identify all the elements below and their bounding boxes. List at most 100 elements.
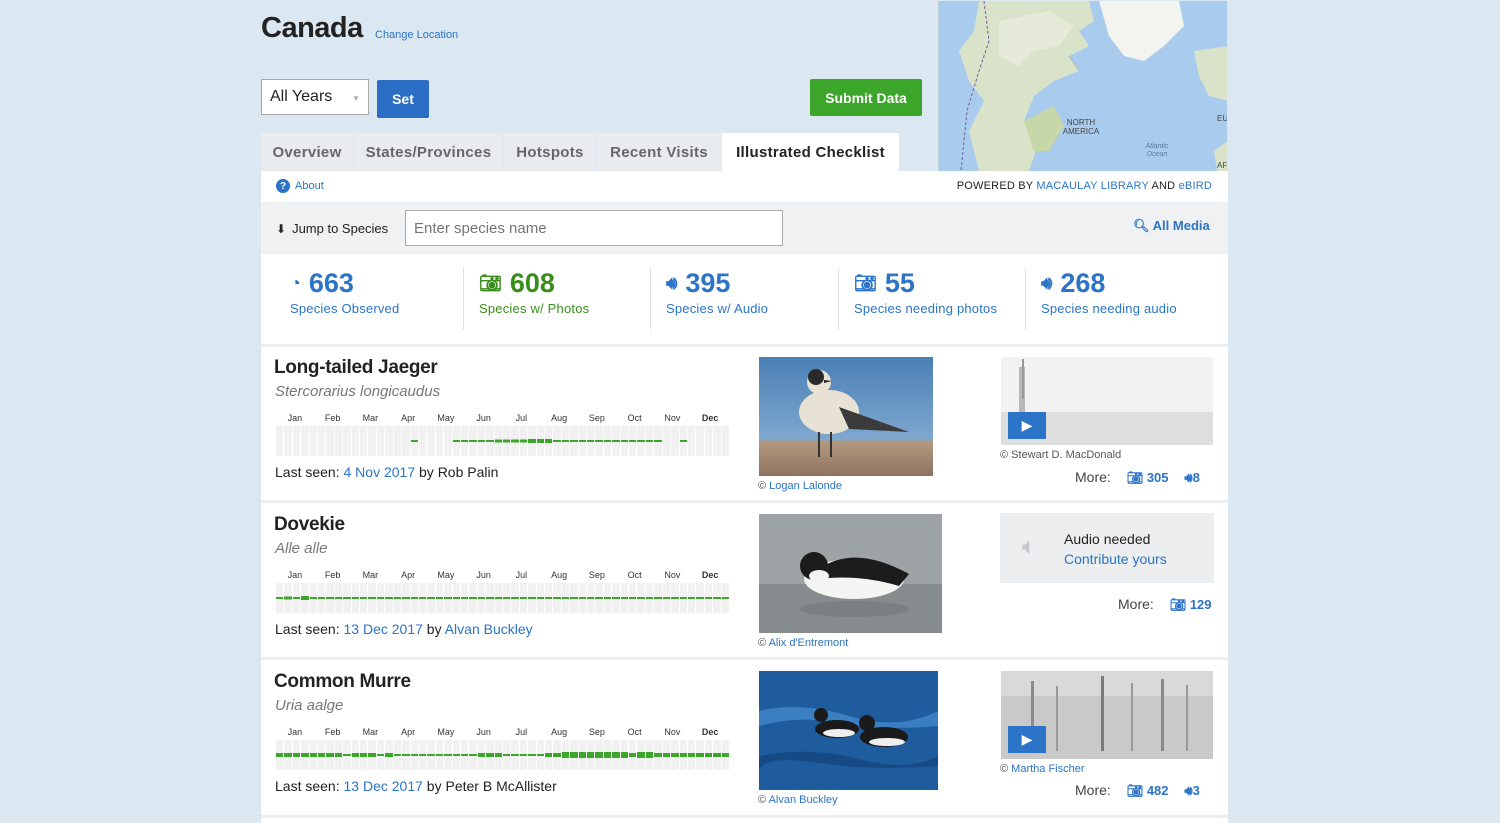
species-photo[interactable] [759,514,942,633]
species-photo[interactable] [759,357,933,476]
month-label: May [437,570,455,580]
frequency-fill [343,754,351,756]
more-label: More: [1075,469,1111,485]
last-seen-date-link[interactable]: 13 Dec 2017 [344,621,423,637]
frequency-fill [696,597,704,599]
last-seen: Last seen: 13 Dec 2017 by Peter B McAlli… [275,778,557,794]
play-icon[interactable]: ▶ [1008,726,1046,753]
location-map[interactable]: NORTH AMERICA Atlantic Ocean EU AF [938,1,1227,171]
divider [261,500,1228,503]
frequency-cell [671,583,679,613]
frequency-fill [578,597,587,599]
audio-spectrogram[interactable]: ▶ [1001,671,1213,759]
tab-illustrated-checklist[interactable]: Illustrated Checklist [722,133,899,171]
audio-count-link[interactable]: 🔊︎3 [1184,783,1199,798]
frequency-fill [376,754,385,756]
powered-and: AND [1151,180,1176,192]
macaulay-link[interactable]: MACAULAY LIBRARY [1036,180,1148,192]
last-seen-label: Last seen: [275,464,340,480]
photos-count-link[interactable]: 📷︎ 129 [1170,597,1212,612]
camera-icon: 📷︎ [1126,783,1144,798]
photo-credit[interactable]: © Alvan Buckley [758,794,838,806]
frequency-fill [570,597,578,599]
last-seen-date-link[interactable]: 13 Dec 2017 [344,778,423,794]
map-label-north-america: NORTH AMERICA [1062,118,1100,136]
submit-data-button[interactable]: Submit Data [810,79,922,116]
photos-count-link[interactable]: 📷︎ 482 [1127,783,1169,798]
photo-credit[interactable]: © Alix d'Entremont [758,637,848,649]
stat-species-audio[interactable]: 🔊︎ 395 Species w/ Audio [666,268,768,316]
photo-credit-name[interactable]: Alix d'Entremont [769,637,849,649]
frequency-cell [561,583,570,613]
month-label: Jan [287,727,303,737]
play-icon[interactable]: ▶ [1008,412,1046,439]
photo-credit-name[interactable]: Alvan Buckley [769,794,838,806]
divider [261,344,1228,347]
map-graphic [939,1,1227,171]
stat-species-photos[interactable]: 📷︎ 608 Species w/ Photos [479,268,589,316]
frequency-fill [519,439,528,443]
species-name[interactable]: Dovekie [274,514,345,536]
photo-credit[interactable]: © Logan Lalonde [758,480,842,492]
last-seen-date-link[interactable]: 4 Nov 2017 [344,464,416,480]
frequency-fill [284,753,292,757]
frequency-cell [334,426,343,456]
tab-overview[interactable]: Overview [261,133,353,171]
month-label: Feb [324,570,341,580]
all-media-link[interactable]: 🔍︎ All Media [1133,218,1210,234]
frequency-cell [637,583,645,613]
frequency-cell [679,426,687,456]
month-label: May [437,413,455,423]
species-name[interactable]: Common Murre [274,671,411,693]
observer-link[interactable]: Alvan Buckley [445,621,533,637]
frequency-fill [309,753,318,757]
frequency-fill [393,597,402,599]
species-name[interactable]: Long-tailed Jaeger [274,357,438,379]
set-button[interactable]: Set [377,80,429,118]
frequency-fill [318,597,326,599]
frequency-fill [587,752,595,758]
frequency-cell [595,583,603,613]
speaker-needed-icon: 🔈︎ [1022,533,1037,560]
audio-credit[interactable]: © Martha Fischer [1000,763,1085,775]
camera-icon: 📷︎ [479,273,502,293]
species-search-input[interactable] [405,210,783,246]
contribute-audio-link[interactable]: Contribute yours [1064,551,1167,567]
tab-states-provinces[interactable]: States/Provinces [354,133,503,171]
change-location-link[interactable]: Change Location [375,29,458,41]
tab-hotspots[interactable]: Hotspots [504,133,596,171]
year-select[interactable]: All Years ▼ [261,79,369,115]
tab-recent-visits[interactable]: Recent Visits [597,133,721,171]
frequency-cell [326,740,334,770]
photo-credit-name[interactable]: Logan Lalonde [769,480,842,492]
stat-needing-audio[interactable]: 🔊︎ 268 Species needing audio [1041,268,1177,316]
frequency-cell [385,740,393,770]
ebird-link[interactable]: eBIRD [1179,180,1212,192]
about-link[interactable]: ? About [276,179,324,193]
photos-count-link[interactable]: 📷︎ 305 [1127,470,1169,485]
frequency-fill [545,439,553,443]
frequency-cell [545,426,553,456]
bird-photo-image [759,671,938,790]
powered-prefix: POWERED BY [956,180,1034,192]
frequency-cell [502,426,511,456]
frequency-fill [435,754,444,756]
frequency-cell [385,583,393,613]
species-scientific-name: Alle alle [275,540,328,557]
frequency-fill [654,440,662,442]
stat-needing-photos[interactable]: 📷︎ 55 Species needing photos [854,268,997,316]
frequency-cell [687,426,696,456]
audio-spectrogram[interactable]: ▶ [1001,357,1213,445]
audio-credit-name[interactable]: Martha Fischer [1011,763,1084,775]
month-label: Aug [551,413,568,423]
frequency-fill [629,753,637,757]
frequency-cell [494,426,502,456]
frequency-fill [645,440,654,442]
frequency-fill [452,597,460,599]
jump-label-text: Jump to Species [292,221,389,236]
frequency-cell [360,426,368,456]
frequency-cell [368,583,376,613]
stat-species-observed[interactable]: ◔ 663 Species Observed [290,268,399,316]
audio-count-link[interactable]: 🔊︎8 [1184,470,1199,485]
species-photo[interactable] [759,671,938,790]
